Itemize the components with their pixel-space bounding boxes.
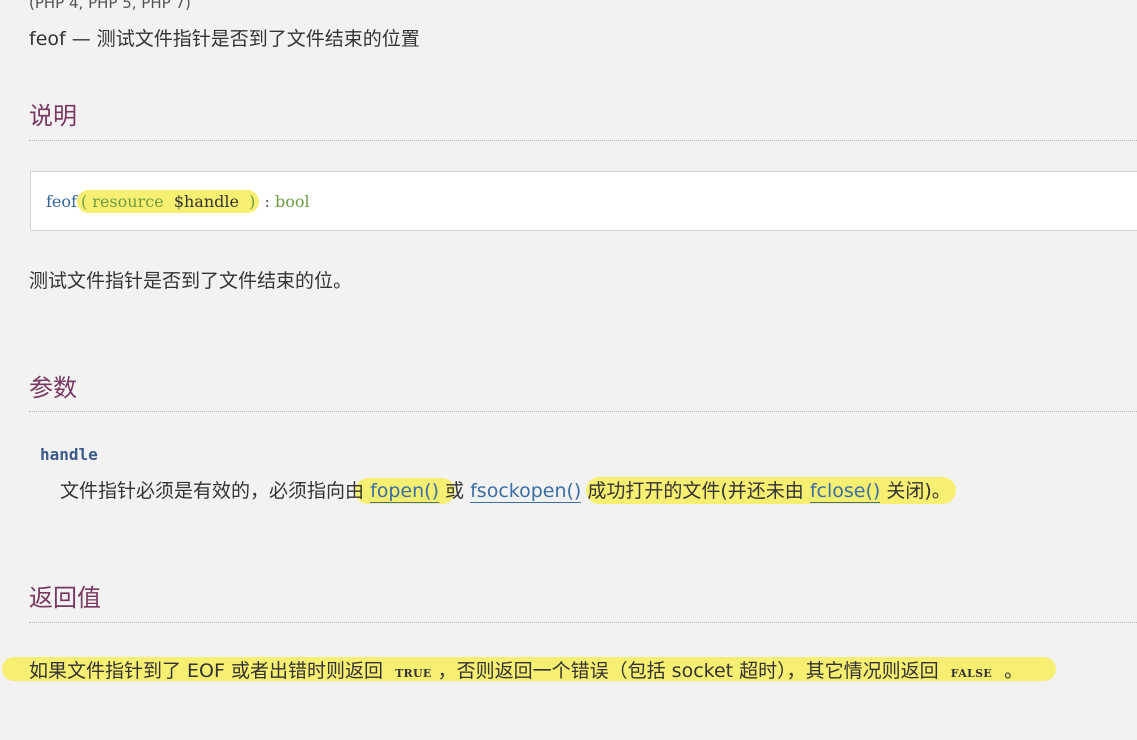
return-text-before: 如果文件指针到了 EOF 或者出错时则返回 [29, 660, 383, 682]
return-values-divider [29, 622, 1137, 623]
synopsis-param-var: $handle [173, 192, 239, 211]
param-text-middle: 成功打开的文件(并还未由 [587, 480, 804, 502]
synopsis-code: feof( resource $handle ) : bool [46, 190, 310, 213]
param-text-before: 文件指针必须是有效的，必须指向由 [60, 480, 365, 502]
return-values-heading: 返回值 [29, 584, 101, 612]
synopsis-return-type: bool [274, 192, 310, 211]
param-text-after: 关闭)。 [886, 480, 951, 502]
return-values-text: 如果文件指针到了 EOF 或者出错时则返回 TRUE ，否则返回一个错误（包括 … [29, 656, 1023, 683]
param-handle-name: handle [40, 445, 98, 464]
true-constant: TRUE [395, 667, 432, 680]
synopsis-method-name: feof [46, 192, 77, 211]
param-or-word: 或 [445, 480, 465, 502]
purpose-text: 测试文件指针是否到了文件结束的位置 [96, 28, 420, 50]
synopsis-params-highlight: ( resource $handle ) [76, 190, 260, 213]
function-name: feof [29, 28, 66, 50]
parameters-heading: 参数 [29, 374, 77, 402]
php-manual-page: (PHP 4, PHP 5, PHP 7) feof — 测试文件指针是否到了文… [0, 0, 1137, 740]
param-handle-description: 文件指针必须是有效的，必须指向由 fopen() 或 fsockopen() 成… [60, 476, 951, 503]
description-text: 测试文件指针是否到了文件结束的位。 [29, 270, 353, 292]
synopsis-param-type: resource [92, 192, 164, 211]
fopen-link[interactable]: fopen() [370, 480, 439, 503]
parameters-divider [29, 411, 1137, 412]
description-divider [29, 140, 1137, 141]
fclose-link[interactable]: fclose() [809, 480, 881, 503]
description-heading: 说明 [29, 102, 77, 130]
return-text-middle: ，否则返回一个错误（包括 socket 超时），其它情况则返回 [437, 660, 939, 682]
method-synopsis: feof( resource $handle ) : bool [30, 171, 1137, 231]
fsockopen-link[interactable]: fsockopen() [470, 480, 582, 503]
synopsis-colon: : [264, 192, 270, 211]
synopsis-close-paren: ) [249, 192, 256, 211]
false-constant: FALSE [950, 667, 992, 680]
synopsis-open-paren: ( [80, 192, 88, 211]
version-info: (PHP 4, PHP 5, PHP 7) [29, 0, 191, 12]
purpose-dash: — [71, 28, 91, 50]
return-text-end: 。 [1004, 660, 1024, 682]
ref-purpose: feof — 测试文件指针是否到了文件结束的位置 [29, 24, 420, 51]
